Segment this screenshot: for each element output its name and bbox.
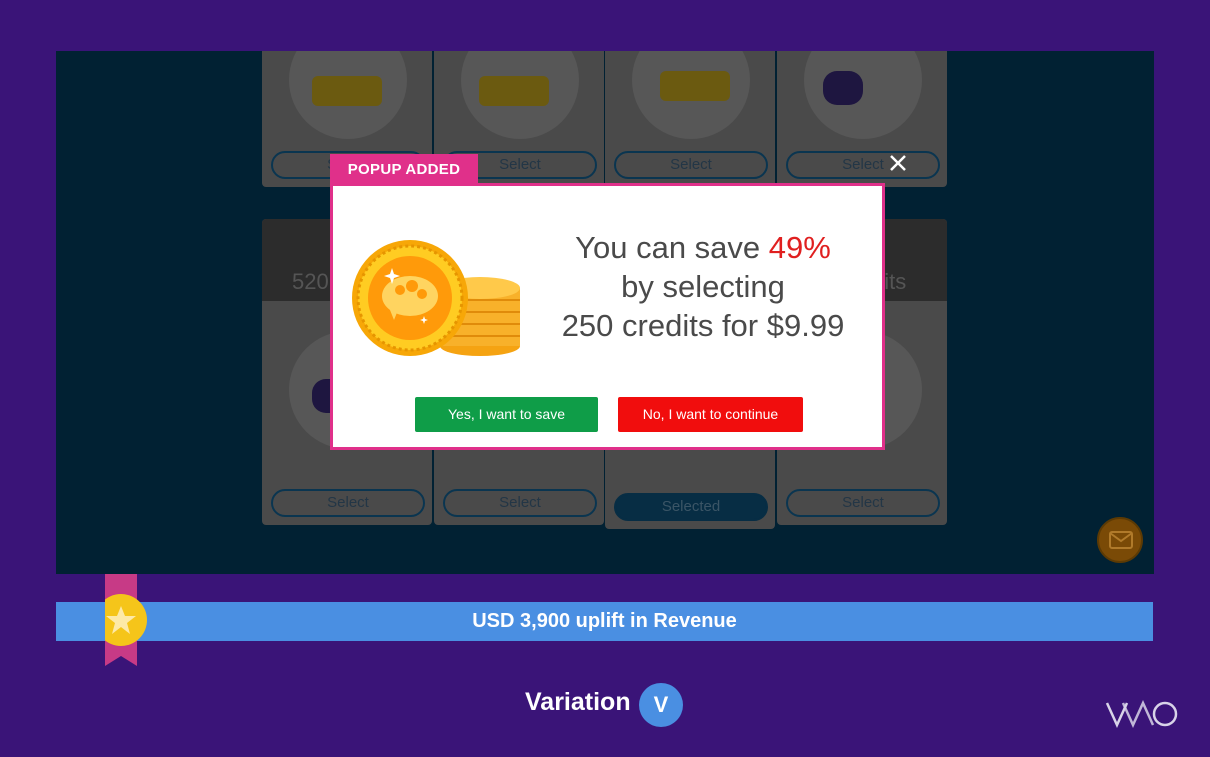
treasure-icon <box>312 76 382 106</box>
popup-line-2: by selecting <box>621 269 785 304</box>
select-button[interactable]: Select <box>271 489 425 517</box>
yes-save-button[interactable]: Yes, I want to save <box>415 397 598 432</box>
card-credits-label: 520 <box>292 269 329 294</box>
select-button[interactable]: Select <box>786 489 940 517</box>
credit-card-4: Select <box>777 51 947 187</box>
mail-button[interactable] <box>1097 517 1143 563</box>
select-button[interactable]: Select <box>614 151 768 179</box>
popup-line-3: 250 credits for $9.99 <box>561 308 845 343</box>
revenue-uplift-banner: USD 3,900 uplift in Revenue <box>56 602 1153 641</box>
variation-badge: V <box>639 683 683 727</box>
no-continue-button[interactable]: No, I want to continue <box>618 397 803 432</box>
treasure-icon <box>479 76 549 106</box>
popup-line-1: You can save 49% <box>575 230 831 265</box>
mail-icon <box>1109 531 1133 549</box>
variation-label: Variation <box>525 688 631 716</box>
savings-percent: 49% <box>768 230 831 265</box>
popup-added-tag: POPUP ADDED <box>330 154 478 186</box>
gold-coin-stack-icon <box>352 240 520 356</box>
select-button[interactable]: Select <box>786 151 940 179</box>
popup-message: You can save 49% by selecting 250 credit… <box>543 228 863 345</box>
vwo-logo <box>1105 700 1178 728</box>
bag-icon <box>823 71 863 105</box>
star-ribbon-icon <box>105 574 147 666</box>
close-icon[interactable] <box>888 153 908 173</box>
selected-button[interactable]: Selected <box>614 493 768 521</box>
credit-card-3: Select <box>605 51 775 187</box>
card-image <box>804 51 922 139</box>
treasure-icon <box>660 71 730 101</box>
select-button[interactable]: Select <box>443 489 597 517</box>
